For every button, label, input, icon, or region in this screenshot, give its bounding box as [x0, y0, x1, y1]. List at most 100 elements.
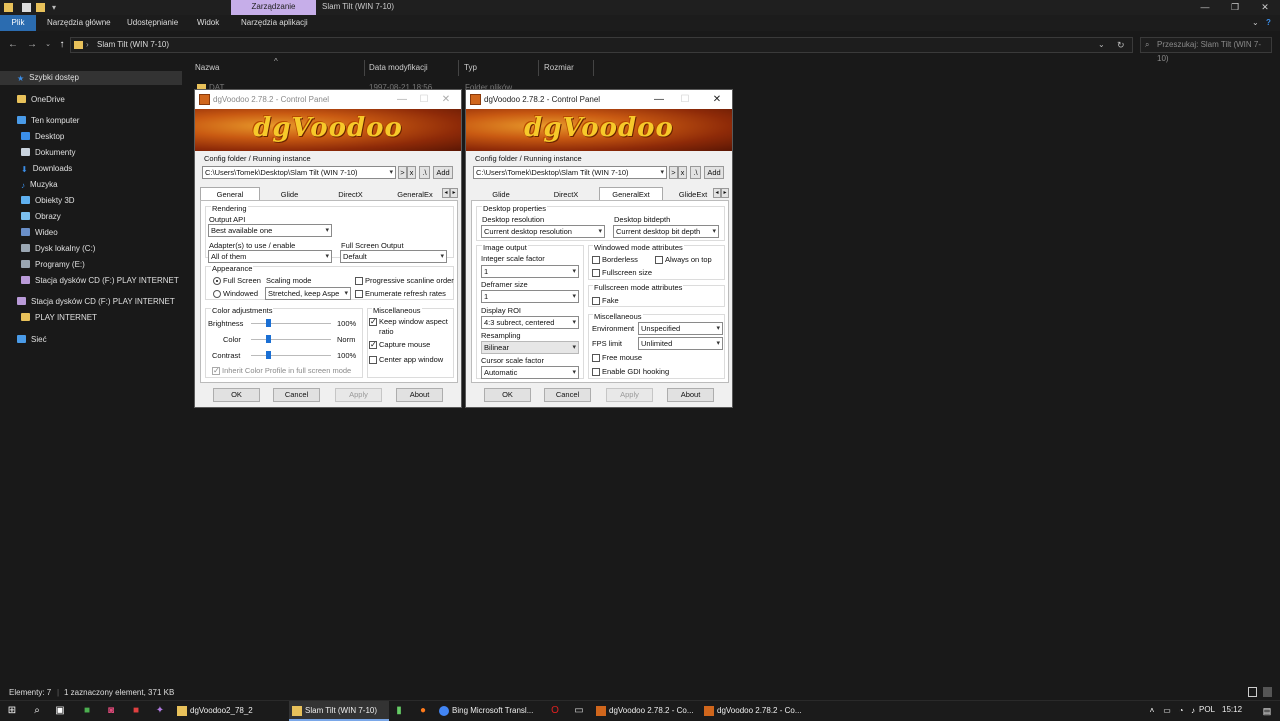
search-input[interactable]: ⌕ Przeszukaj: Slam Tilt (WIN 7-10)	[1140, 37, 1272, 63]
address-bar[interactable]: › Slam Tilt (WIN 7-10) ⌄ ↻	[70, 37, 1133, 53]
fullscreen-output-select[interactable]: Default ▾	[340, 250, 447, 263]
firefox-icon[interactable]: ●	[416, 704, 430, 718]
sidebar-item-drive-c[interactable]: Dysk lokalny (C:)	[0, 242, 95, 256]
emulator-icon[interactable]: ✦	[153, 704, 167, 718]
minimize-icon[interactable]: —	[648, 90, 670, 109]
forward-arrow-icon[interactable]: →	[25, 38, 39, 52]
add-button[interactable]: Add	[704, 166, 724, 179]
tab-generalext[interactable]: GeneralEx	[390, 187, 440, 200]
instagram-icon[interactable]: ◙	[104, 704, 118, 718]
enumerate-checkbox[interactable]	[355, 290, 363, 298]
tab-scroll-right-icon[interactable]: ▸	[450, 188, 458, 198]
tab-general[interactable]: General	[200, 187, 260, 200]
tab-directx[interactable]: DirectX	[536, 187, 596, 200]
sidebar-item-network[interactable]: Sieć	[0, 333, 47, 347]
tab-share[interactable]: Udostępnianie	[127, 15, 178, 31]
app-icon[interactable]: ▮	[392, 704, 406, 718]
remove-button[interactable]: x	[407, 166, 416, 179]
sidebar-item-this-pc[interactable]: Ten komputer	[0, 114, 79, 128]
expand-ribbon-icon[interactable]: ⌄	[1252, 15, 1259, 31]
column-type[interactable]: Typ	[464, 60, 477, 76]
center-app-checkbox[interactable]	[369, 356, 377, 364]
fullscreen-size-checkbox[interactable]	[592, 269, 600, 277]
deframer-select[interactable]: 1 ▾	[481, 290, 579, 303]
tray-chevron-icon[interactable]: ˄	[1145, 704, 1159, 718]
recent-chevron-icon[interactable]: ⌄	[41, 38, 55, 52]
next-instance-button[interactable]: >	[669, 166, 678, 179]
next-instance-button[interactable]: >	[398, 166, 407, 179]
refresh-icon[interactable]: ↻	[1117, 38, 1125, 52]
desktop-res-select[interactable]: Current desktop resolution ▾	[481, 225, 605, 238]
cursor-scale-select[interactable]: Automatic ▾	[481, 366, 579, 379]
properties-icon[interactable]	[22, 3, 31, 12]
sidebar-item-downloads[interactable]: ⬇ Downloads	[0, 162, 72, 176]
brightness-slider-thumb[interactable]	[266, 319, 271, 327]
config-folder-combo[interactable]: C:\Users\Tomek\Desktop\Slam Tilt (WIN 7-…	[202, 166, 396, 179]
full-screen-radio[interactable]	[213, 277, 221, 285]
remove-button[interactable]: x	[678, 166, 687, 179]
ok-button[interactable]: OK	[484, 388, 531, 402]
add-button[interactable]: Add	[433, 166, 453, 179]
ok-button[interactable]: OK	[213, 388, 260, 402]
chevron-down-icon[interactable]: ▾	[52, 3, 61, 12]
app-icon[interactable]: ■	[129, 704, 143, 718]
taskbar-app-dgvoodoo-2[interactable]: dgVoodoo 2.78.2 - Co...	[701, 701, 805, 721]
store-icon[interactable]: ■	[80, 704, 94, 718]
sidebar-item-cd-drive[interactable]: Stacja dysków CD (F:) PLAY INTERNET	[0, 274, 179, 288]
help-icon[interactable]: ?	[1266, 15, 1271, 31]
breadcrumb[interactable]: Slam Tilt (WIN 7-10)	[97, 38, 169, 52]
about-button[interactable]: About	[396, 388, 443, 402]
tab-file[interactable]: Plik	[0, 15, 36, 31]
tab-view[interactable]: Widok	[197, 15, 219, 31]
column-date[interactable]: Data modyfikacji	[369, 60, 428, 76]
opera-icon[interactable]: O	[548, 704, 562, 718]
close-icon[interactable]: ✕	[435, 90, 457, 109]
new-folder-icon[interactable]	[36, 3, 45, 12]
capture-mouse-checkbox[interactable]: ✓	[369, 341, 377, 349]
search-icon[interactable]: ⌕	[30, 704, 44, 718]
sidebar-item-documents[interactable]: Dokumenty	[0, 146, 75, 160]
column-separator[interactable]	[458, 60, 459, 76]
cancel-button[interactable]: Cancel	[544, 388, 591, 402]
sidebar-item-desktop[interactable]: Desktop	[0, 130, 64, 144]
tab-app-tools[interactable]: Narzędzia aplikacji	[241, 15, 308, 31]
minimize-icon[interactable]: —	[391, 90, 413, 109]
fake-checkbox[interactable]	[592, 297, 600, 305]
always-on-top-checkbox[interactable]	[655, 256, 663, 264]
progressive-checkbox[interactable]	[355, 277, 363, 285]
details-view-icon[interactable]	[1248, 687, 1257, 697]
notifications-icon[interactable]: ▤	[1260, 704, 1274, 718]
restore-icon[interactable]: ❐	[1220, 0, 1250, 15]
battery-icon[interactable]: ▭	[1160, 704, 1174, 718]
address-dropdown-icon[interactable]: ⌄	[1098, 38, 1105, 52]
windows-start-icon[interactable]: ⊞	[5, 704, 19, 718]
windowed-radio[interactable]	[213, 290, 221, 298]
scaling-mode-select[interactable]: Stretched, keep Aspe ▾	[265, 287, 351, 300]
bitdepth-select[interactable]: Current desktop bit depth ▾	[613, 225, 719, 238]
about-button[interactable]: About	[667, 388, 714, 402]
output-api-select[interactable]: Best available one ▾	[208, 224, 332, 237]
tab-generalext[interactable]: GeneralExt	[599, 187, 663, 200]
sidebar-item-cd-drive-root[interactable]: Stacja dysków CD (F:) PLAY INTERNET	[0, 295, 175, 309]
color-slider-thumb[interactable]	[266, 335, 271, 343]
sidebar-item-music[interactable]: ♪ Muzyka	[0, 178, 58, 192]
contrast-slider[interactable]	[251, 355, 331, 356]
tiles-view-icon[interactable]	[1263, 687, 1272, 697]
tab-scroll-right-icon[interactable]: ▸	[721, 188, 729, 198]
color-slider[interactable]	[251, 339, 331, 340]
clock[interactable]: 15:12	[1222, 705, 1242, 714]
sidebar-item-play-internet[interactable]: PLAY INTERNET	[0, 311, 97, 325]
close-icon[interactable]: ✕	[1250, 0, 1280, 15]
tab-home[interactable]: Narzędzia główne	[47, 15, 111, 31]
column-separator[interactable]	[538, 60, 539, 76]
sidebar-item-quick-access[interactable]: ★ Szybki dostęp	[0, 71, 182, 85]
keep-aspect-checkbox[interactable]: ✓	[369, 318, 377, 326]
taskbar-app-dgvoodoo-folder[interactable]: dgVoodoo2_78_2	[174, 701, 286, 721]
back-arrow-icon[interactable]: ←	[6, 38, 20, 52]
fps-limit-select[interactable]: Unlimited ▾	[638, 337, 723, 350]
close-icon[interactable]: ✕	[706, 90, 728, 109]
breadcrumb-chevron-icon[interactable]: ›	[86, 38, 89, 52]
tab-scroll-left-icon[interactable]: ◂	[442, 188, 450, 198]
cancel-button[interactable]: Cancel	[273, 388, 320, 402]
current-dir-button[interactable]: .\	[419, 166, 430, 179]
